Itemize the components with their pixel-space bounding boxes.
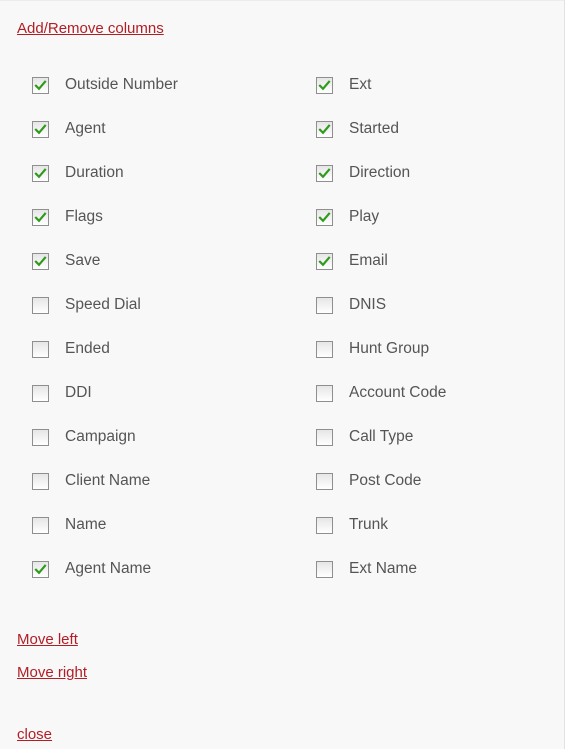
column-checkbox[interactable] — [32, 384, 49, 402]
left-column-list: Outside Number Agent Duration Flags Save Spee… — [32, 63, 178, 591]
column-option-label: Duration — [65, 164, 124, 181]
column-option-row[interactable]: Trunk — [316, 503, 446, 547]
column-option-row[interactable]: Outside Number — [32, 63, 178, 107]
column-option-label: Ext — [349, 76, 372, 93]
column-checkbox[interactable] — [316, 120, 333, 138]
checkmark-icon — [318, 167, 331, 178]
column-option-label: Speed Dial — [65, 296, 141, 313]
close-link[interactable]: close — [17, 726, 52, 743]
column-checkbox[interactable] — [32, 428, 49, 446]
checkmark-icon — [318, 123, 331, 134]
column-checkbox[interactable] — [316, 340, 333, 358]
column-checkbox[interactable] — [316, 76, 333, 94]
column-checkbox[interactable] — [316, 516, 333, 534]
column-option-row[interactable]: Call Type — [316, 415, 446, 459]
column-checkbox[interactable] — [32, 120, 49, 138]
column-option-label: Campaign — [65, 428, 136, 445]
column-option-label: Agent — [65, 120, 106, 137]
column-option-row[interactable]: Name — [32, 503, 178, 547]
column-option-row[interactable]: Speed Dial — [32, 283, 178, 327]
column-checkbox[interactable] — [316, 164, 333, 182]
column-option-label: Call Type — [349, 428, 414, 445]
column-option-label: Direction — [349, 164, 411, 181]
column-option-label: Ended — [65, 340, 110, 357]
checkmark-icon — [34, 211, 47, 222]
column-option-row[interactable]: DDI — [32, 371, 178, 415]
column-option-label: Account Code — [349, 384, 447, 401]
column-option-row[interactable]: Account Code — [316, 371, 446, 415]
column-option-label: Name — [65, 516, 107, 533]
column-checkbox[interactable] — [32, 472, 49, 490]
column-option-row[interactable]: Hunt Group — [316, 327, 446, 371]
checkmark-icon — [318, 79, 331, 90]
column-option-label: DDI — [65, 384, 92, 401]
column-option-label: Outside Number — [65, 76, 178, 93]
checkmark-icon — [318, 255, 331, 266]
checkmark-icon — [34, 563, 47, 574]
right-column-list: Ext Started Direction Play Email DNIS Hunt Gro… — [316, 63, 446, 591]
column-option-row[interactable]: Email — [316, 239, 446, 283]
checkmark-icon — [34, 79, 47, 90]
checkmark-icon — [34, 167, 47, 178]
column-checkbox[interactable] — [32, 164, 49, 182]
column-option-row[interactable]: Agent Name — [32, 547, 178, 591]
column-option-label: Play — [349, 208, 380, 225]
column-checkbox[interactable] — [316, 428, 333, 446]
move-right-link[interactable]: Move right — [17, 664, 87, 681]
column-option-row[interactable]: Play — [316, 195, 446, 239]
column-option-label: Post Code — [349, 472, 422, 489]
column-checkbox[interactable] — [32, 76, 49, 94]
column-checkbox[interactable] — [316, 252, 333, 270]
checkmark-icon — [34, 123, 47, 134]
column-option-label: Trunk — [349, 516, 389, 533]
column-checkbox[interactable] — [32, 252, 49, 270]
column-option-row[interactable]: Agent — [32, 107, 178, 151]
column-checkbox[interactable] — [32, 516, 49, 534]
column-option-label: Save — [65, 252, 101, 269]
column-option-label: Email — [349, 252, 388, 269]
column-checkbox[interactable] — [32, 296, 49, 314]
column-chooser-panel: Add/Remove columns Outside Number Agent Du… — [0, 0, 565, 749]
column-checkbox[interactable] — [316, 296, 333, 314]
column-option-label: Client Name — [65, 472, 151, 489]
column-checkbox[interactable] — [32, 340, 49, 358]
column-option-row[interactable]: Post Code — [316, 459, 446, 503]
checkmark-icon — [318, 211, 331, 222]
column-option-label: Agent Name — [65, 560, 152, 577]
column-option-label: Hunt Group — [349, 340, 430, 357]
column-option-row[interactable]: Campaign — [32, 415, 178, 459]
column-checkbox[interactable] — [316, 208, 333, 226]
move-left-link[interactable]: Move left — [17, 631, 78, 648]
column-option-row[interactable]: Save — [32, 239, 178, 283]
column-checkbox[interactable] — [316, 472, 333, 490]
column-option-row[interactable]: Ext Name — [316, 547, 446, 591]
column-option-row[interactable]: Client Name — [32, 459, 178, 503]
column-option-label: Flags — [65, 208, 103, 225]
column-option-row[interactable]: Ended — [32, 327, 178, 371]
column-option-row[interactable]: Flags — [32, 195, 178, 239]
column-option-row[interactable]: Direction — [316, 151, 446, 195]
column-checkbox[interactable] — [32, 208, 49, 226]
column-checkbox[interactable] — [32, 560, 49, 578]
column-option-row[interactable]: Started — [316, 107, 446, 151]
column-option-row[interactable]: Ext — [316, 63, 446, 107]
column-option-label: Started — [349, 120, 399, 137]
column-option-label: Ext Name — [349, 560, 418, 577]
add-remove-columns-link[interactable]: Add/Remove columns — [17, 20, 164, 37]
column-checkbox[interactable] — [316, 560, 333, 578]
checkmark-icon — [34, 255, 47, 266]
column-checkbox[interactable] — [316, 384, 333, 402]
column-option-row[interactable]: DNIS — [316, 283, 446, 327]
column-option-row[interactable]: Duration — [32, 151, 178, 195]
column-option-label: DNIS — [349, 296, 387, 313]
